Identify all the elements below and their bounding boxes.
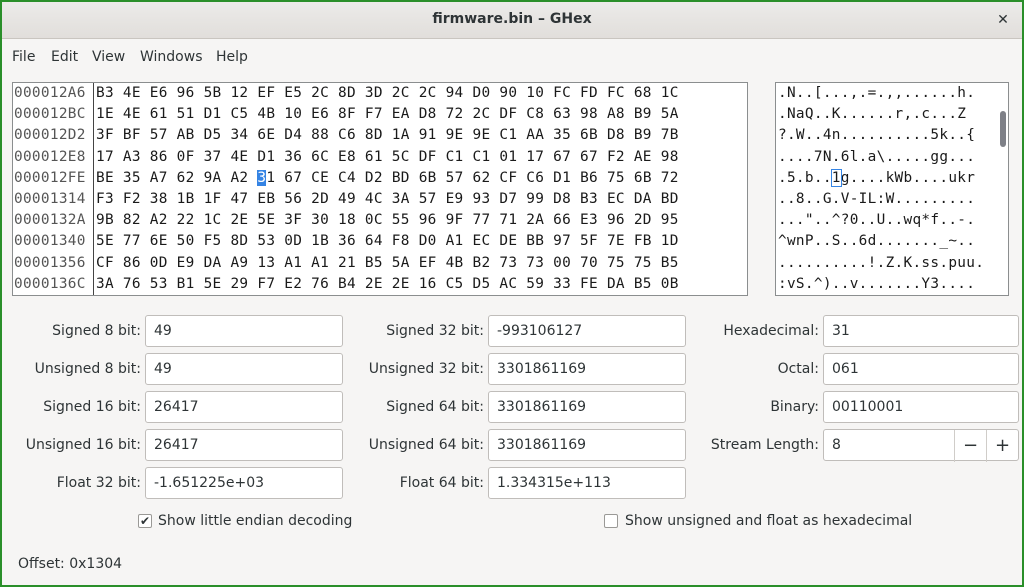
ascii-row[interactable]: .N..[...,.=.,,......h. [776, 83, 1008, 104]
float-32-field[interactable]: -1.651225e+03 [145, 467, 343, 499]
signed-16-label: Signed 16 bit: [43, 399, 141, 415]
ascii-text: .5.b.. [778, 169, 832, 186]
hex-row[interactable]: B3 4E E6 96 5B 12 EF E5 2C 8D 3D 2C 2C 9… [95, 83, 747, 104]
menu-help[interactable]: Help [216, 49, 248, 65]
title-bar[interactable]: firmware.bin – GHex ✕ [2, 2, 1022, 39]
hex-cursor-byte[interactable]: 3 [257, 169, 267, 186]
ascii-row[interactable]: ..........!.Z.K.ss.puu. [776, 253, 1008, 274]
menu-bar: File Edit View Windows Help [2, 39, 1022, 75]
signed-64-label: Signed 64 bit: [386, 399, 484, 415]
menu-windows[interactable]: Windows [140, 49, 203, 65]
checkmark-icon: ✔ [139, 514, 151, 528]
hex-pane[interactable]: 000012A6 000012BC 000012D2 000012E8 0000… [12, 82, 748, 296]
ascii-row[interactable]: ..8..G.V-IL:W......... [776, 189, 1008, 210]
offset-cell: 00001356 [14, 254, 86, 271]
ascii-row[interactable]: ^wnP..S..6d......._~.. [776, 231, 1008, 252]
minus-icon: − [962, 435, 979, 456]
hex-row[interactable]: 5E 77 6E 50 F5 8D 53 0D 1B 36 64 F8 D0 A… [95, 231, 747, 252]
offset-cell: 000012FE [14, 169, 86, 186]
float-32-label: Float 32 bit: [56, 475, 141, 491]
signed-32-label: Signed 32 bit: [386, 323, 484, 339]
ascii-pane[interactable]: .N..[...,.=.,,......h. .NaQ..K......r,.c… [775, 82, 1009, 296]
offset-cell: 0000132A [14, 212, 86, 229]
ascii-cursor-char[interactable]: 1 [830, 168, 842, 187]
unsigned-16-field[interactable]: 26417 [145, 429, 343, 461]
offset-cell: 0000136C [14, 275, 86, 292]
ascii-text: g....kWb....ukr [840, 169, 976, 186]
stream-length-increment-button[interactable]: + [986, 430, 1018, 462]
signed-16-field[interactable]: 26417 [145, 391, 343, 423]
offset-cell: 00001314 [14, 190, 86, 207]
offset-cell: 00001340 [14, 233, 86, 250]
octal-label: Octal: [777, 361, 819, 377]
offset-cell: 000012BC [14, 106, 86, 123]
hex-text: BE 35 A7 62 9A A2 [96, 169, 258, 186]
float-64-label: Float 64 bit: [399, 475, 484, 491]
stream-length-label: Stream Length: [710, 437, 819, 453]
float-64-field[interactable]: 1.334315e+113 [488, 467, 686, 499]
close-button[interactable]: ✕ [990, 7, 1016, 33]
offset-column: 000012A6 000012BC 000012D2 000012E8 0000… [13, 83, 94, 295]
octal-field[interactable]: 061 [823, 353, 1019, 385]
hex-row[interactable]: 3A 76 53 B1 5E 29 F7 E2 76 B4 2E 2E 16 C… [95, 274, 747, 295]
ghex-window: firmware.bin – GHex ✕ File Edit View Win… [0, 0, 1024, 587]
window-title: firmware.bin – GHex [432, 11, 592, 27]
hexadecimal-label: Hexadecimal: [723, 323, 819, 339]
offset-cell: 000012A6 [14, 85, 86, 101]
signed-8-field[interactable]: 49 [145, 315, 343, 347]
close-icon: ✕ [997, 12, 1009, 28]
plus-icon: + [994, 435, 1011, 456]
hex-row[interactable]: 1E 4E 61 51 D1 C5 4B 10 E6 8F F7 EA D8 7… [95, 104, 747, 125]
offset-cell: 000012D2 [14, 127, 86, 144]
signed-8-label: Signed 8 bit: [52, 323, 141, 339]
unsigned-32-field[interactable]: 3301861169 [488, 353, 686, 385]
unsigned-hex-label[interactable]: Show unsigned and float as hexadecimal [625, 513, 912, 529]
unsigned-hex-checkbox[interactable] [604, 514, 618, 528]
stream-length-decrement-button[interactable]: − [954, 430, 986, 462]
hex-text: 67 CE C4 D2 BD 6B 57 62 CF C6 D1 B6 75 6… [275, 169, 679, 186]
unsigned-8-label: Unsigned 8 bit: [34, 361, 141, 377]
ascii-row[interactable]: :vS.^)..v.......Y3.... [776, 274, 1008, 295]
binary-label: Binary: [770, 399, 819, 415]
hex-text: 1 [266, 169, 276, 186]
scroll-thumb[interactable] [1000, 111, 1006, 147]
menu-file[interactable]: File [12, 49, 35, 65]
little-endian-label[interactable]: Show little endian decoding [158, 513, 352, 529]
little-endian-checkbox[interactable]: ✔ [138, 514, 152, 528]
ascii-row[interactable]: ?.W..4n..........5k..{ [776, 125, 1008, 146]
hex-row[interactable]: CF 86 0D E9 DA A9 13 A1 A1 21 B5 5A EF 4… [95, 253, 747, 274]
hex-row-selected[interactable]: BE 35 A7 62 9A A2 31 67 CE C4 D2 BD 6B 5… [95, 168, 747, 189]
signed-64-field[interactable]: 3301861169 [488, 391, 686, 423]
ascii-row[interactable]: .NaQ..K......r,.c...Z [776, 104, 1008, 125]
unsigned-8-field[interactable]: 49 [145, 353, 343, 385]
hex-row[interactable]: 17 A3 86 0F 37 4E D1 36 6C E8 61 5C DF C… [95, 147, 747, 168]
offset-cell: 000012E8 [14, 148, 86, 165]
hex-bytes[interactable]: B3 4E E6 96 5B 12 EF E5 2C 8D 3D 2C 2C 9… [95, 83, 747, 295]
ascii-row-selected[interactable]: .5.b..1g....kWb....ukr [776, 168, 1008, 189]
hex-row[interactable]: 9B 82 A2 22 1C 2E 5E 3F 30 18 0C 55 96 9… [95, 210, 747, 231]
status-offset: Offset: 0x1304 [18, 556, 123, 572]
unsigned-32-label: Unsigned 32 bit: [368, 361, 484, 377]
hexadecimal-field[interactable]: 31 [823, 315, 1019, 347]
menu-view[interactable]: View [92, 49, 125, 65]
hex-row[interactable]: 3F BF 57 AB D5 34 6E D4 88 C6 8D 1A 91 9… [95, 125, 747, 146]
unsigned-64-field[interactable]: 3301861169 [488, 429, 686, 461]
hex-row[interactable]: F3 F2 38 1B 1F 47 EB 56 2D 49 4C 3A 57 E… [95, 189, 747, 210]
menu-edit[interactable]: Edit [51, 49, 78, 65]
ascii-row[interactable]: ....7N.6l.a\.....gg... [776, 147, 1008, 168]
signed-32-field[interactable]: -993106127 [488, 315, 686, 347]
binary-field[interactable]: 00110001 [823, 391, 1019, 423]
vertical-scrollbar[interactable] [998, 83, 1008, 295]
ascii-row[interactable]: ..."..^?0..U..wq*f..-. [776, 210, 1008, 231]
unsigned-16-label: Unsigned 16 bit: [25, 437, 141, 453]
stream-length-value[interactable]: 8 [832, 437, 841, 453]
unsigned-64-label: Unsigned 64 bit: [368, 437, 484, 453]
